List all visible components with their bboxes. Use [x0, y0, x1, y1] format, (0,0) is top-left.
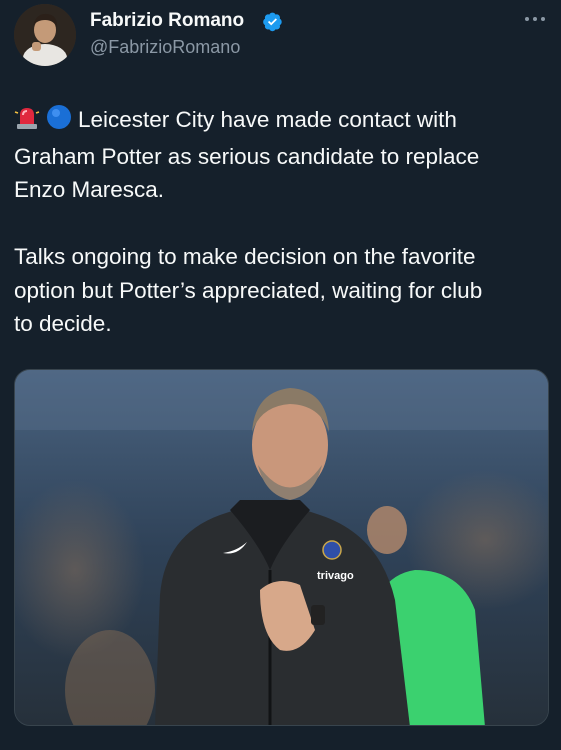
- tweet-line-2: Graham Potter as serious candidate to re…: [14, 143, 480, 169]
- tweet-paragraph-2: Talks ongoing to make decision on the fa…: [14, 240, 550, 341]
- tweet-paragraph-1: Leicester City have made contact with Gr…: [14, 103, 550, 207]
- police-light-emoji: [14, 104, 40, 140]
- blue-circle-emoji: [46, 104, 72, 140]
- more-horizontal-icon[interactable]: [522, 6, 548, 32]
- avatar[interactable]: [14, 4, 76, 66]
- tweet: Fabrizio Romano @FabrizioRomano Leiceste…: [0, 0, 561, 750]
- tweet-media-photo[interactable]: trivago: [14, 369, 549, 726]
- photo-graham-potter: trivago: [15, 370, 548, 725]
- tweet-line-6: to decide.: [14, 311, 112, 336]
- handle[interactable]: @FabrizioRomano: [90, 37, 240, 58]
- jacket-sponsor-text: trivago: [317, 570, 354, 582]
- display-name[interactable]: Fabrizio Romano: [90, 10, 244, 32]
- verified-badge-icon: [262, 11, 283, 32]
- tweet-line-4: Talks ongoing to make decision on the fa…: [14, 244, 476, 269]
- tweet-line-5: option but Potter’s appreciated, waiting…: [14, 277, 483, 303]
- avatar-photo: [14, 4, 76, 66]
- tweet-line-1: Leicester City have made contact with: [78, 107, 457, 132]
- tweet-line-3: Enzo Maresca.: [14, 177, 165, 202]
